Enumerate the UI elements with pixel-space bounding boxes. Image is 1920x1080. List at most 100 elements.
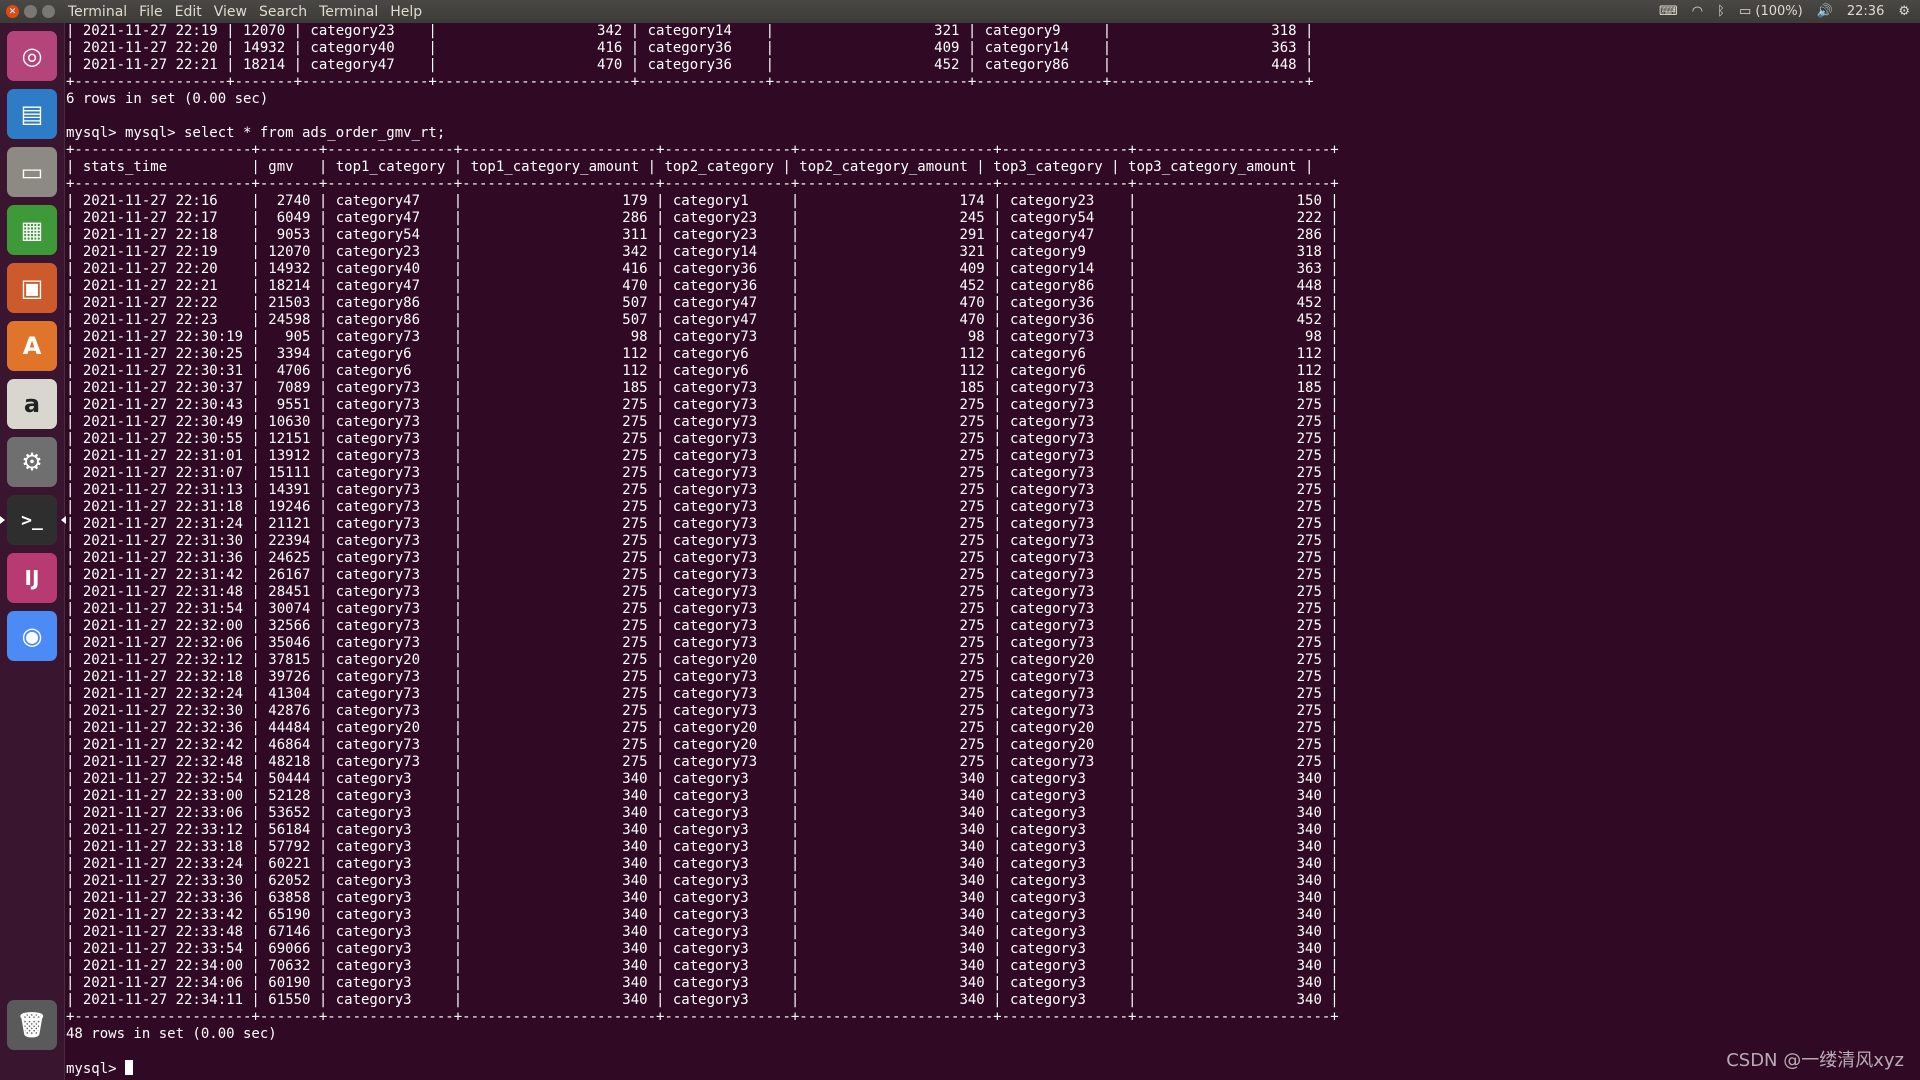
terminal-line: | 2021-11-27 22:19 | 12070 | category23 … (66, 244, 1339, 260)
text-cursor (125, 1060, 134, 1075)
system-settings-icon[interactable]: ⚙ (7, 437, 57, 487)
menu-view[interactable]: View (214, 4, 247, 20)
terminal-line: | 2021-11-27 22:32:18 | 39726 | category… (66, 669, 1339, 685)
terminal-line: | 2021-11-27 22:30:43 | 9551 | category7… (66, 397, 1339, 413)
app-menu: Terminal File Edit View Search Terminal … (68, 4, 422, 20)
terminal-line: | 2021-11-27 22:31:13 | 14391 | category… (66, 482, 1339, 498)
terminal-icon[interactable]: >_ (0, 495, 66, 545)
terminal-line: | 2021-11-27 22:31:42 | 26167 | category… (66, 567, 1339, 583)
terminal-line: | 2021-11-27 22:34:06 | 60190 | category… (66, 975, 1339, 991)
terminal-line: | 2021-11-27 22:31:07 | 15111 | category… (66, 465, 1339, 481)
terminal-line: | 2021-11-27 22:31:54 | 30074 | category… (66, 601, 1339, 617)
launcher: ◎ ▤ ▭ ▦ ▣ Aa ⚙ >_ IJ ◉ 🗑 (0, 23, 66, 1080)
terminal-line: | 2021-11-27 22:19 | 12070 | category23 … (66, 23, 1314, 39)
libreoffice-impress-icon[interactable]: ▣ (7, 263, 57, 313)
battery-indicator[interactable]: ▭ (100%) (1739, 4, 1803, 19)
terminal-line: | 2021-11-27 22:33:00 | 52128 | category… (66, 788, 1339, 804)
keyboard-icon[interactable]: ⌨ (1659, 4, 1678, 19)
terminal-line: | 2021-11-27 22:32:42 | 46864 | category… (66, 737, 1339, 753)
terminal-line: | 2021-11-27 22:21 | 18214 | category47 … (66, 278, 1339, 294)
wifi-icon[interactable]: ◠ (1692, 4, 1703, 19)
terminal-line: | 2021-11-27 22:33:24 | 60221 | category… (66, 856, 1339, 872)
terminal-output[interactable]: | 2021-11-27 22:19 | 12070 | category23 … (66, 23, 1916, 1078)
app-name: Terminal (68, 3, 128, 20)
menu-file[interactable]: File (139, 4, 162, 20)
terminal-line: | 2021-11-27 22:21 | 18214 | category47 … (66, 57, 1314, 73)
terminal-line: | 2021-11-27 22:33:06 | 53652 | category… (66, 805, 1339, 821)
intellij-idea-icon[interactable]: IJ (7, 553, 57, 603)
terminal-line: | 2021-11-27 22:34:00 | 70632 | category… (66, 958, 1339, 974)
terminal-line: mysql> (66, 1060, 1916, 1078)
battery-percent: (100%) (1755, 4, 1803, 19)
volume-icon[interactable]: 🔊 (1817, 4, 1833, 19)
terminal-line: | 2021-11-27 22:31:48 | 28451 | category… (66, 584, 1339, 600)
files-icon[interactable]: ▭ (7, 147, 57, 197)
top-menu-bar: ✕ Terminal File Edit View Search Termina… (0, 0, 1920, 23)
terminal-line: | 2021-11-27 22:32:54 | 50444 | category… (66, 771, 1339, 787)
window-controls: ✕ (0, 5, 68, 18)
terminal-line: +---------------------+-------+---------… (66, 1009, 1339, 1025)
terminal-line: | 2021-11-27 22:18 | 9053 | category54 |… (66, 227, 1339, 243)
terminal-line: | 2021-11-27 22:30:55 | 12151 | category… (66, 431, 1339, 447)
amazon-icon[interactable]: a (7, 379, 57, 429)
terminal-line: | 2021-11-27 22:31:18 | 19246 | category… (66, 499, 1339, 515)
terminal-line: | 2021-11-27 22:23 | 24598 | category86 … (66, 312, 1339, 328)
clock[interactable]: 22:36 (1847, 4, 1884, 19)
watermark: CSDN @一缕清风xyz (1726, 1050, 1904, 1071)
chrome-icon[interactable]: ◉ (7, 611, 57, 661)
terminal-line: | 2021-11-27 22:31:24 | 21121 | category… (66, 516, 1339, 532)
terminal-line: mysql> mysql> select * from ads_order_gm… (66, 125, 446, 141)
menu-help[interactable]: Help (390, 4, 422, 20)
terminal-line: | 2021-11-27 22:17 | 6049 | category47 |… (66, 210, 1339, 226)
terminal-line: | 2021-11-27 22:22 | 21503 | category86 … (66, 295, 1339, 311)
terminal-line: | 2021-11-27 22:33:42 | 65190 | category… (66, 907, 1339, 923)
terminal-line: | 2021-11-27 22:32:00 | 32566 | category… (66, 618, 1339, 634)
terminal-line: | stats_time | gmv | top1_category | top… (66, 159, 1314, 175)
terminal-line: | 2021-11-27 22:16 | 2740 | category47 |… (66, 193, 1339, 209)
terminal-window[interactable]: | 2021-11-27 22:19 | 12070 | category23 … (66, 23, 1916, 1080)
ubuntu-dash-icon[interactable]: ◎ (7, 31, 57, 81)
terminal-line: | 2021-11-27 22:30:25 | 3394 | category6… (66, 346, 1339, 362)
terminal-line: | 2021-11-27 22:31:36 | 24625 | category… (66, 550, 1339, 566)
menu-search[interactable]: Search (259, 4, 307, 20)
system-tray: ⌨ ◠ ᛒ ▭ (100%) 🔊 22:36 ⚙ (1659, 4, 1920, 19)
terminal-line: | 2021-11-27 22:30:49 | 10630 | category… (66, 414, 1339, 430)
terminal-line: +------------------+-------+------------… (66, 74, 1314, 90)
terminal-line: | 2021-11-27 22:34:11 | 61550 | category… (66, 992, 1339, 1008)
software-center-icon[interactable]: A (7, 321, 57, 371)
terminal-line: | 2021-11-27 22:30:19 | 905 | category73… (66, 329, 1339, 345)
terminal-line: 48 rows in set (0.00 sec) (66, 1026, 277, 1042)
terminal-line: | 2021-11-27 22:33:18 | 57792 | category… (66, 839, 1339, 855)
battery-icon: ▭ (1738, 4, 1752, 19)
terminal-line: | 2021-11-27 22:30:37 | 7089 | category7… (66, 380, 1339, 396)
terminal-line: | 2021-11-27 22:32:06 | 35046 | category… (66, 635, 1339, 651)
bluetooth-icon[interactable]: ᛒ (1717, 4, 1725, 19)
terminal-line: | 2021-11-27 22:30:31 | 4706 | category6… (66, 363, 1339, 379)
terminal-line: | 2021-11-27 22:32:24 | 41304 | category… (66, 686, 1339, 702)
terminal-line: | 2021-11-27 22:20 | 14932 | category40 … (66, 40, 1314, 56)
trash-icon[interactable]: 🗑 (7, 1000, 57, 1050)
menu-terminal[interactable]: Terminal (319, 4, 378, 20)
terminal-line: | 2021-11-27 22:33:48 | 67146 | category… (66, 924, 1339, 940)
terminal-line: | 2021-11-27 22:31:30 | 22394 | category… (66, 533, 1339, 549)
terminal-line: | 2021-11-27 22:33:54 | 69066 | category… (66, 941, 1339, 957)
terminal-line: | 2021-11-27 22:33:30 | 62052 | category… (66, 873, 1339, 889)
terminal-line: +---------------------+-------+---------… (66, 176, 1339, 192)
terminal-line: | 2021-11-27 22:20 | 14932 | category40 … (66, 261, 1339, 277)
close-icon[interactable]: ✕ (6, 5, 19, 18)
minimize-icon[interactable] (24, 5, 37, 18)
libreoffice-calc-icon[interactable]: ▦ (7, 205, 57, 255)
terminal-line: +---------------------+-------+---------… (66, 142, 1339, 158)
terminal-line: | 2021-11-27 22:33:36 | 63858 | category… (66, 890, 1339, 906)
terminal-line: | 2021-11-27 22:32:36 | 44484 | category… (66, 720, 1339, 736)
terminal-line: | 2021-11-27 22:31:01 | 13912 | category… (66, 448, 1339, 464)
terminal-line: | 2021-11-27 22:33:12 | 56184 | category… (66, 822, 1339, 838)
libreoffice-writer-icon[interactable]: ▤ (7, 89, 57, 139)
menu-edit[interactable]: Edit (175, 4, 202, 20)
gear-icon[interactable]: ⚙ (1898, 4, 1910, 19)
terminal-line: 6 rows in set (0.00 sec) (66, 91, 269, 107)
maximize-icon[interactable] (42, 5, 55, 18)
terminal-line: | 2021-11-27 22:32:30 | 42876 | category… (66, 703, 1339, 719)
